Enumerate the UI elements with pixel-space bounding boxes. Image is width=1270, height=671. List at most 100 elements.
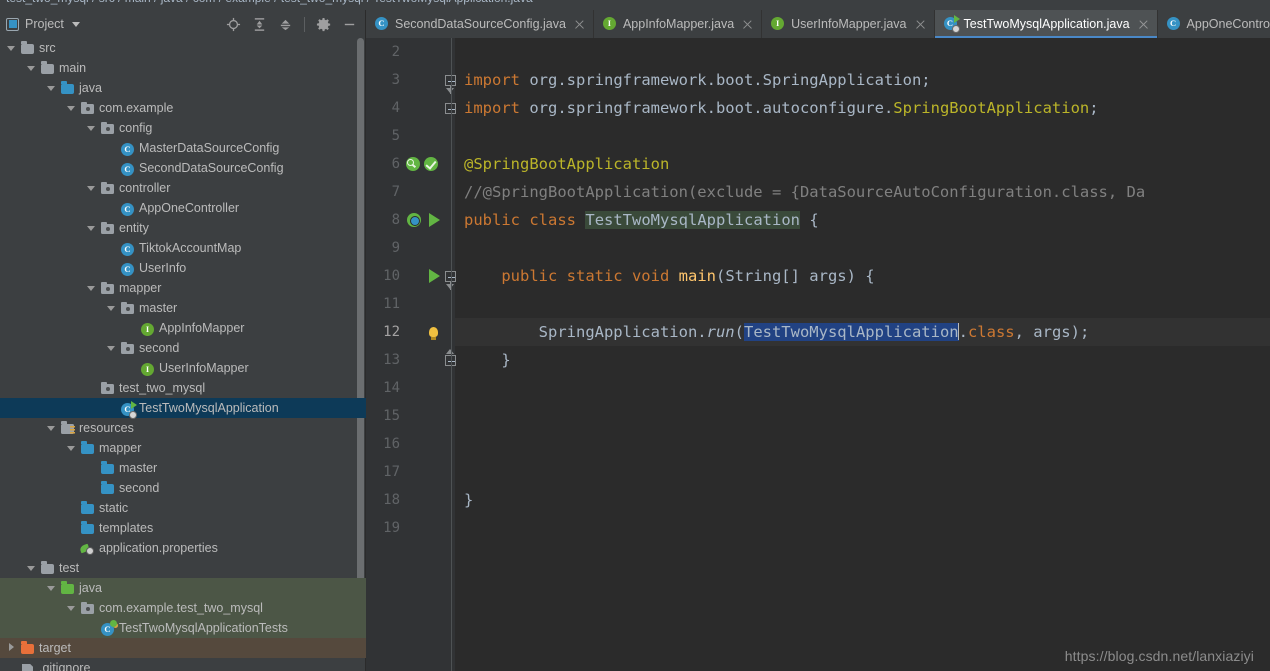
close-icon[interactable] (1138, 19, 1149, 30)
gutter-line-10[interactable]: 10 (366, 262, 456, 290)
tree-toggle-down-icon[interactable] (86, 123, 97, 134)
tree-toggle-down-icon[interactable] (6, 43, 17, 54)
code-lines[interactable]: import org.springframework.boot.SpringAp… (455, 38, 1270, 671)
code-line-18[interactable]: } (455, 486, 1270, 514)
expand-all-icon[interactable] (252, 17, 267, 32)
tree-node-java[interactable]: java (0, 78, 366, 98)
editor-tab-seconddatasourceconfig-java[interactable]: C SecondDataSourceConfig.java (366, 10, 594, 38)
tree-node-appinfomapper[interactable]: I AppInfoMapper (0, 318, 366, 338)
project-tree[interactable]: src main java com.example config C MasterDataS… (0, 38, 366, 671)
tree-node-test-two-mysql[interactable]: test_two_mysql (0, 378, 366, 398)
gutter-line-15[interactable]: 15 (366, 402, 455, 430)
tree-toggle-down-icon[interactable] (26, 63, 37, 74)
tree-node-userinfo[interactable]: C UserInfo (0, 258, 366, 278)
editor-tab-userinfomapper-java[interactable]: I UserInfoMapper.java (762, 10, 935, 38)
tree-node--gitignore[interactable]: .gitignore (0, 658, 366, 671)
close-icon[interactable] (742, 19, 753, 30)
tree-toggle-down-icon[interactable] (86, 283, 97, 294)
tree-toggle-down-icon[interactable] (106, 343, 117, 354)
code-line-4[interactable]: import org.springframework.boot.autoconf… (455, 94, 1270, 122)
code-line-7[interactable]: //@SpringBootApplication(exclude = {Data… (455, 178, 1270, 206)
code-line-19[interactable] (455, 514, 1270, 542)
tree-toggle-down-icon[interactable] (66, 443, 77, 454)
tree-toggle-down-icon[interactable] (106, 303, 117, 314)
gutter-line-4[interactable]: 4 (366, 94, 456, 122)
editor-gutter[interactable]: 2 3 4 5 6 7 8 9 10 11 12 13 14 15 16 17 18 19 (366, 38, 456, 671)
editor-tab-apponecontroller[interactable]: C AppOneController (1158, 10, 1270, 38)
gutter-line-12[interactable]: 12 (366, 318, 455, 346)
tree-node-test[interactable]: test (0, 558, 366, 578)
gutter-line-8[interactable]: 8 (366, 206, 455, 234)
code-line-6[interactable]: @SpringBootApplication (455, 150, 1270, 178)
tree-node-src[interactable]: src (0, 38, 366, 58)
tree-node-entity[interactable]: entity (0, 218, 366, 238)
tree-node-master[interactable]: master (0, 458, 366, 478)
code-line-10[interactable]: public static void main(String[] args) { (455, 262, 1270, 290)
gutter-line-17[interactable]: 17 (366, 458, 455, 486)
tree-toggle-down-icon[interactable] (26, 563, 37, 574)
run-gutter-icon[interactable] (429, 213, 440, 227)
gutter-line-9[interactable]: 9 (366, 234, 455, 262)
gutter-line-11[interactable]: 11 (366, 290, 455, 318)
gutter-line-3[interactable]: 3 (366, 66, 456, 94)
tree-node-mapper[interactable]: mapper (0, 438, 366, 458)
tree-node-java[interactable]: java (0, 578, 366, 598)
tree-node-application-properties[interactable]: application.properties (0, 538, 366, 558)
gutter-line-6[interactable]: 6 (366, 150, 455, 178)
tree-node-master[interactable]: master (0, 298, 366, 318)
code-line-2[interactable] (455, 38, 1270, 66)
code-line-11[interactable] (455, 290, 1270, 318)
tree-toggle-down-icon[interactable] (46, 83, 57, 94)
code-line-15[interactable] (455, 402, 1270, 430)
collapse-all-icon[interactable] (278, 17, 293, 32)
tree-node-templates[interactable]: templates (0, 518, 366, 538)
tree-toggle-down-icon[interactable] (46, 423, 57, 434)
tree-node-com-example[interactable]: com.example (0, 98, 366, 118)
chevron-down-icon[interactable] (71, 21, 80, 27)
spring-config-check-gutter-icon[interactable] (424, 157, 438, 171)
spring-bean-gutter-icon[interactable] (406, 157, 420, 171)
code-line-17[interactable] (455, 458, 1270, 486)
code-line-12[interactable]: SpringApplication.run(TestTwoMysqlApplic… (455, 318, 1270, 346)
code-line-16[interactable] (455, 430, 1270, 458)
tree-toggle-right-icon[interactable] (6, 643, 17, 654)
code-line-5[interactable] (455, 122, 1270, 150)
tree-node-second[interactable]: second (0, 338, 366, 358)
code-line-9[interactable] (455, 234, 1270, 262)
gutter-line-7[interactable]: 7 (366, 178, 455, 206)
tree-node-userinfomapper[interactable]: I UserInfoMapper (0, 358, 366, 378)
tree-node-testtwomysqlapplicationtests[interactable]: C TestTwoMysqlApplicationTests (0, 618, 366, 638)
gutter-line-19[interactable]: 19 (366, 514, 455, 542)
close-icon[interactable] (915, 19, 926, 30)
code-line-8[interactable]: public class TestTwoMysqlApplication { (455, 206, 1270, 234)
close-icon[interactable] (574, 19, 585, 30)
editor-tab-bar[interactable]: C SecondDataSourceConfig.java I AppInfoMapp… (366, 10, 1270, 38)
gutter-line-14[interactable]: 14 (366, 374, 455, 402)
code-line-13[interactable]: } (455, 346, 1270, 374)
tree-node-testtwomysqlapplication[interactable]: C TestTwoMysqlApplication (0, 398, 366, 419)
tree-node-static[interactable]: static (0, 498, 366, 518)
tree-toggle-down-icon[interactable] (66, 103, 77, 114)
code-editor[interactable]: 2 3 4 5 6 7 8 9 10 11 12 13 14 15 16 17 18 19 import org.… (366, 38, 1270, 671)
tree-node-config[interactable]: config (0, 118, 366, 138)
tree-node-controller[interactable]: controller (0, 178, 366, 198)
tree-node-seconddatasourceconfig[interactable]: C SecondDataSourceConfig (0, 158, 366, 178)
tree-node-main[interactable]: main (0, 58, 366, 78)
tree-toggle-down-icon[interactable] (66, 603, 77, 614)
code-line-3[interactable]: import org.springframework.boot.SpringAp… (455, 66, 1270, 94)
gutter-line-16[interactable]: 16 (366, 430, 455, 458)
locate-target-icon[interactable] (226, 17, 241, 32)
tree-node-tiktokaccountmap[interactable]: C TiktokAccountMap (0, 238, 366, 258)
tree-node-target[interactable]: target (0, 638, 366, 658)
selected-identifier[interactable]: TestTwoMysqlApplication (743, 323, 959, 341)
tree-toggle-down-icon[interactable] (86, 223, 97, 234)
gutter-line-13[interactable]: 13 (366, 346, 456, 374)
intention-bulb-icon[interactable] (429, 327, 438, 340)
tree-node-masterdatasourceconfig[interactable]: C MasterDataSourceConfig (0, 138, 366, 158)
spring-boot-run-gutter-icon[interactable] (407, 213, 421, 227)
tree-toggle-down-icon[interactable] (46, 583, 57, 594)
gutter-line-18[interactable]: 18 (366, 486, 455, 514)
tree-node-second[interactable]: second (0, 478, 366, 498)
run-gutter-icon[interactable] (429, 269, 440, 283)
tree-node-mapper[interactable]: mapper (0, 278, 366, 298)
